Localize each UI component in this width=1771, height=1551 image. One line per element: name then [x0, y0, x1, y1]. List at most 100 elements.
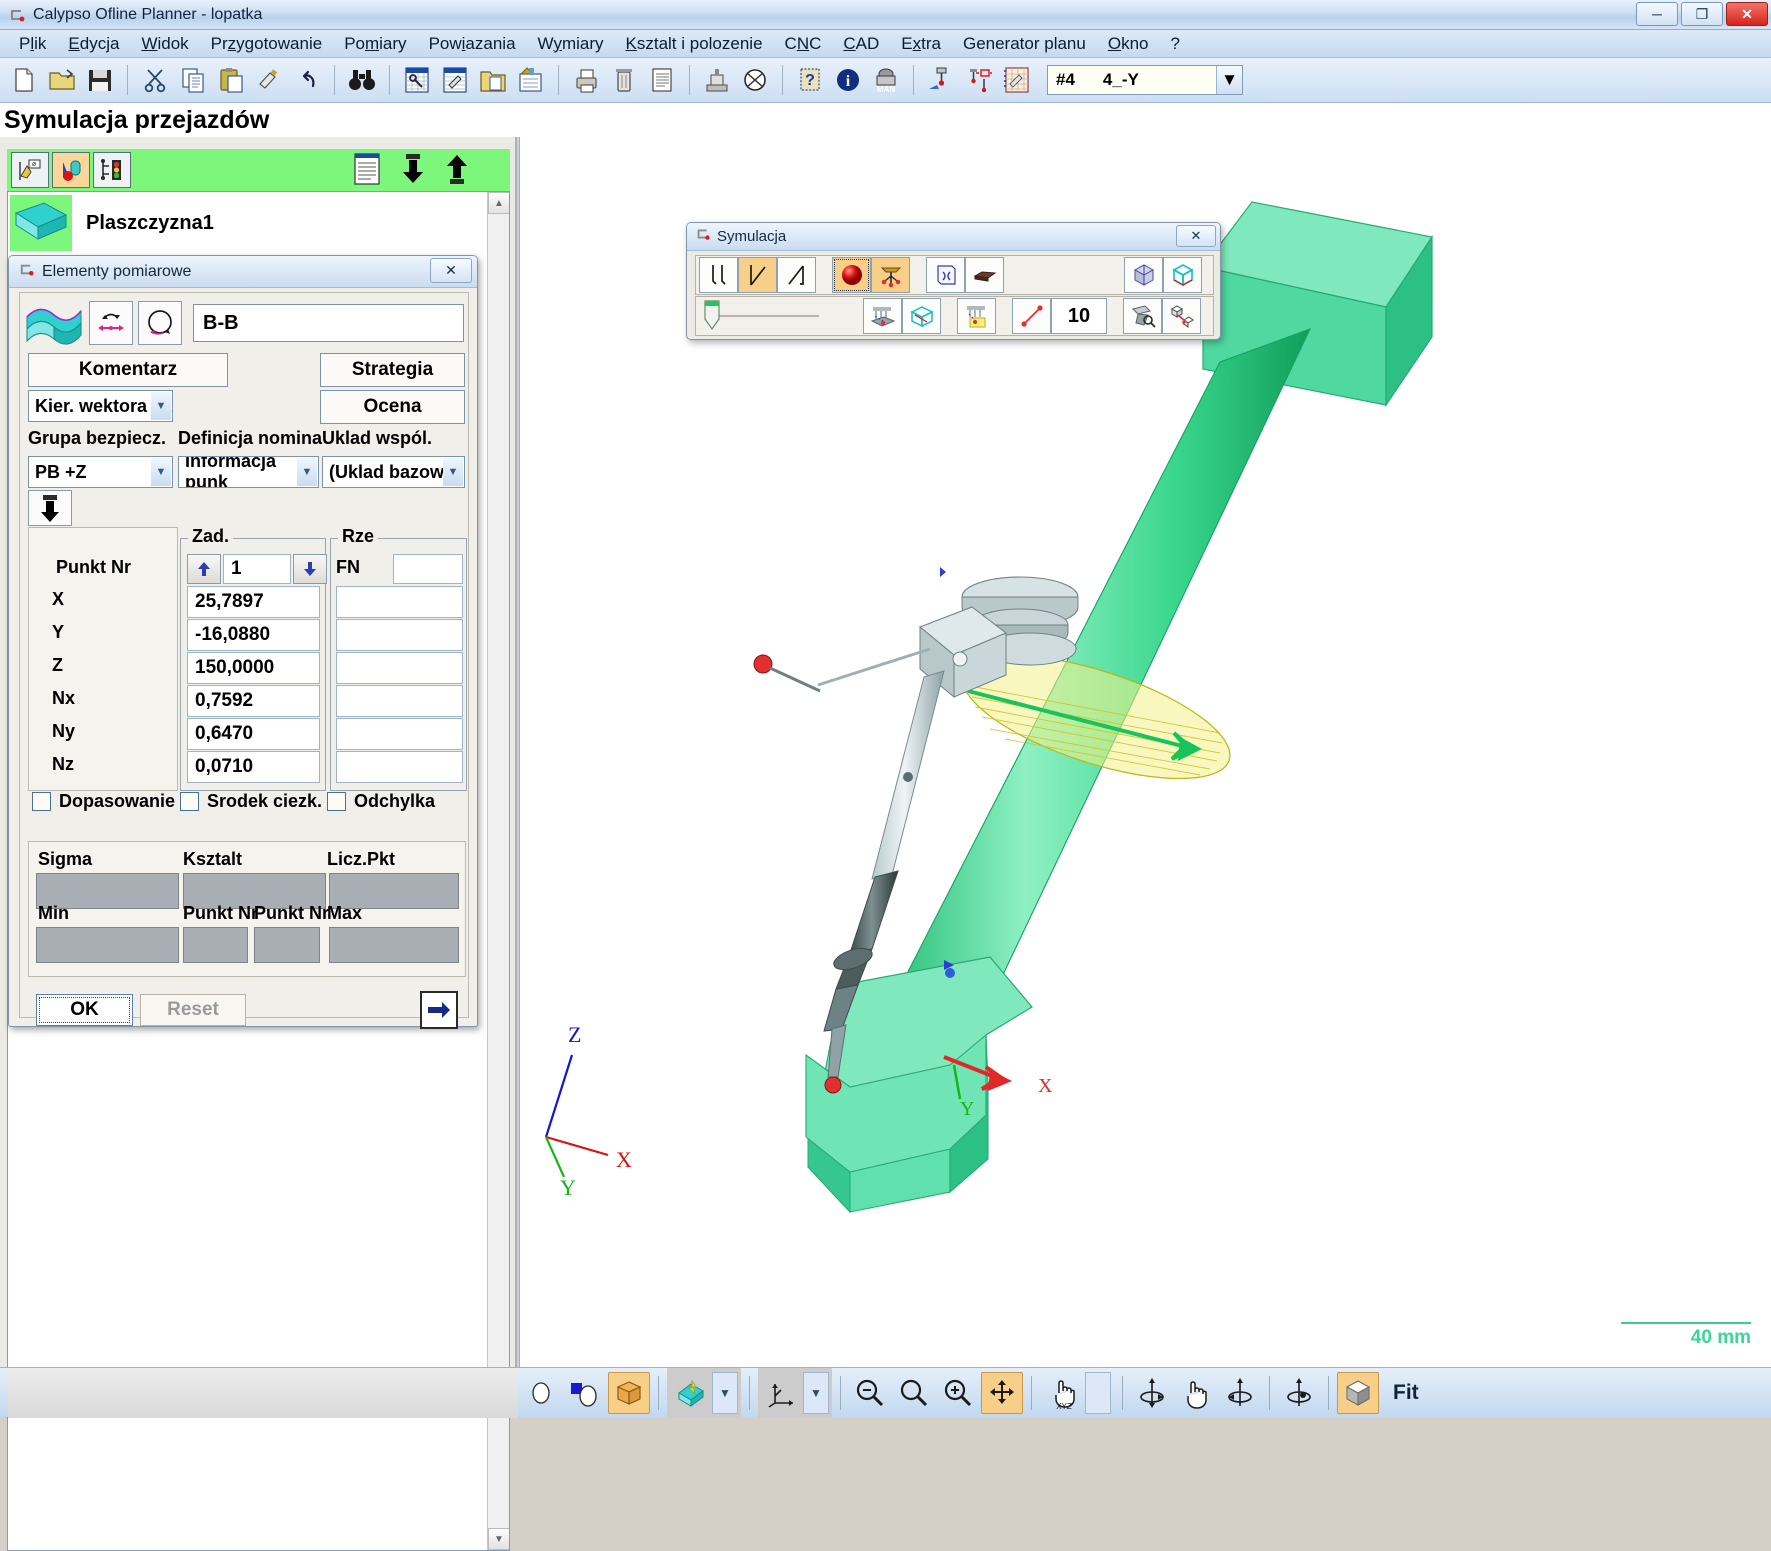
evaluation-button[interactable]: Ocena	[320, 390, 465, 424]
chevron-down-icon[interactable]: ▼	[297, 458, 317, 486]
minimize-button[interactable]: ─	[1636, 2, 1678, 26]
manual-mode-icon[interactable]: MAN	[868, 62, 904, 98]
zoom-out-icon[interactable]	[849, 1372, 891, 1414]
feature-properties-icon[interactable]: ø	[11, 152, 49, 188]
hand-xyz-dropdown[interactable]	[1085, 1371, 1111, 1414]
ok-button[interactable]: OK	[36, 994, 133, 1026]
nominal-nz-input[interactable]: 0,0710	[187, 751, 320, 783]
menu-plik[interactable]: Plik	[8, 32, 57, 56]
circular-path-icon[interactable]	[138, 301, 182, 345]
checkbox-box[interactable]	[327, 792, 346, 811]
actual-x-input[interactable]	[336, 586, 463, 618]
menu-generator-planu[interactable]: Generator planu	[952, 32, 1097, 56]
probe-colors-icon[interactable]	[52, 152, 90, 188]
menu-przygotowanie[interactable]: Przygotowanie	[200, 32, 334, 56]
delete-trash-icon[interactable]	[606, 62, 642, 98]
step-diagonal-icon[interactable]	[738, 257, 777, 293]
maximize-button[interactable]: ❐	[1681, 2, 1723, 26]
probe-sphere-icon[interactable]	[737, 62, 773, 98]
nominal-definition-combo[interactable]: Informacja punk ▼	[178, 456, 319, 488]
point-number-input[interactable]: 1	[223, 554, 291, 584]
close-icon[interactable]: ✕	[430, 258, 472, 283]
surface-color-icon[interactable]	[670, 1372, 712, 1414]
nominal-x-input[interactable]: 25,7897	[187, 586, 320, 618]
clearance-plane-icon[interactable]	[926, 257, 965, 293]
edit-plan-icon[interactable]	[437, 62, 473, 98]
travel-path-icon[interactable]	[1012, 298, 1051, 334]
nominal-y-input[interactable]: -16,0880	[187, 619, 320, 651]
pan-move-icon[interactable]	[981, 1371, 1023, 1414]
scroll-down-icon[interactable]: ▼	[488, 1528, 509, 1550]
move-down-icon[interactable]	[400, 152, 426, 191]
safety-group-combo[interactable]: PB +Z ▼	[28, 456, 173, 488]
feature-tree-scrollbar[interactable]: ▲ ▼	[487, 192, 509, 1550]
workpiece-block-icon[interactable]	[965, 257, 1004, 293]
format-painter-icon[interactable]	[251, 62, 287, 98]
collision-sphere-icon[interactable]	[832, 257, 871, 293]
binoculars-search-icon[interactable]	[344, 62, 380, 98]
import-points-icon[interactable]	[28, 490, 72, 526]
coordinate-axes-dropdown[interactable]: ▼	[803, 1371, 829, 1414]
shading-half-icon[interactable]	[564, 1372, 606, 1414]
move-up-icon[interactable]	[444, 152, 470, 191]
bidirectional-arrow-icon[interactable]	[89, 301, 133, 345]
menu-wymiary[interactable]: Wymiary	[527, 32, 615, 56]
scroll-up-icon[interactable]: ▲	[488, 192, 509, 214]
probe-change-icon[interactable]	[923, 62, 959, 98]
menu-widok[interactable]: Widok	[130, 32, 199, 56]
coordinate-system-combo[interactable]: (Uklad bazowy) ▼	[322, 456, 465, 488]
actual-nz-input[interactable]	[336, 751, 463, 783]
stylus-selector-combo[interactable]: #4 4_-Y ▼	[1047, 65, 1243, 95]
part-view-icon[interactable]	[902, 298, 941, 334]
save-disk-icon[interactable]	[82, 62, 118, 98]
reset-button[interactable]: Reset	[140, 994, 246, 1026]
travel-count-value[interactable]: 10	[1051, 298, 1107, 334]
menu-cnc[interactable]: CNC	[774, 32, 833, 56]
menu-ksztalt-i-polozenie[interactable]: Ksztalt i polozenie	[615, 32, 774, 56]
copy-icon[interactable]	[175, 62, 211, 98]
traffic-light-icon[interactable]	[93, 152, 131, 188]
checkbox-box[interactable]	[32, 792, 51, 811]
cmm-machine-icon[interactable]	[699, 62, 735, 98]
surface-color-dropdown[interactable]: ▼	[712, 1371, 738, 1414]
step-parallel-icon[interactable]	[699, 257, 738, 293]
actual-z-input[interactable]	[336, 652, 463, 684]
help-question-icon[interactable]: ?	[792, 62, 828, 98]
info-icon[interactable]: i	[830, 62, 866, 98]
zoom-window-icon[interactable]	[893, 1372, 935, 1414]
nominal-nx-input[interactable]: 0,7592	[187, 685, 320, 717]
actual-y-input[interactable]	[336, 619, 463, 651]
probe-orientation-icon[interactable]	[1123, 298, 1162, 334]
vector-direction-combo[interactable]: Kier. wektora za ▼	[28, 390, 173, 422]
menu-help[interactable]: ?	[1160, 32, 1191, 56]
list-report-icon[interactable]	[352, 152, 382, 191]
fit-cube-icon[interactable]	[1337, 1371, 1379, 1414]
nominal-z-input[interactable]: 150,0000	[187, 652, 320, 684]
rotate-vertical-icon[interactable]	[1131, 1372, 1173, 1414]
shading-solid-icon[interactable]	[608, 1371, 650, 1414]
checkbox-dopasowanie[interactable]: Dopasowanie	[32, 791, 175, 812]
list-item[interactable]: Plaszczyzna1	[8, 192, 509, 254]
close-button[interactable]: ✕	[1726, 2, 1768, 26]
zoom-in-icon[interactable]	[937, 1372, 979, 1414]
rotate-free-icon[interactable]	[1278, 1372, 1320, 1414]
menu-pomiary[interactable]: Pomiary	[333, 32, 417, 56]
next-arrow-icon[interactable]	[420, 991, 458, 1029]
hand-xyz-icon[interactable]: XYZ	[1043, 1372, 1085, 1414]
machine-view-icon[interactable]	[863, 298, 902, 334]
actual-ny-input[interactable]	[336, 718, 463, 750]
chevron-down-icon[interactable]: ▼	[1216, 66, 1242, 94]
menu-powiazania[interactable]: Powiazania	[418, 32, 527, 56]
wireframe-box-icon[interactable]	[1163, 257, 1202, 293]
open-plan-folder-icon[interactable]	[475, 62, 511, 98]
print-icon[interactable]	[568, 62, 604, 98]
checkbox-odchylka[interactable]: Odchylka	[327, 791, 435, 812]
menu-cad[interactable]: CAD	[832, 32, 890, 56]
nominal-ny-input[interactable]: 0,6470	[187, 718, 320, 750]
stylus-tree-icon[interactable]	[871, 257, 910, 293]
measurement-plan-icon[interactable]	[399, 62, 435, 98]
undo-icon[interactable]	[289, 62, 325, 98]
simulation-toolbox[interactable]: Symulacja ✕ 10	[686, 222, 1221, 340]
actual-fn-input[interactable]	[393, 554, 463, 584]
feature-matrix-icon[interactable]	[999, 62, 1035, 98]
